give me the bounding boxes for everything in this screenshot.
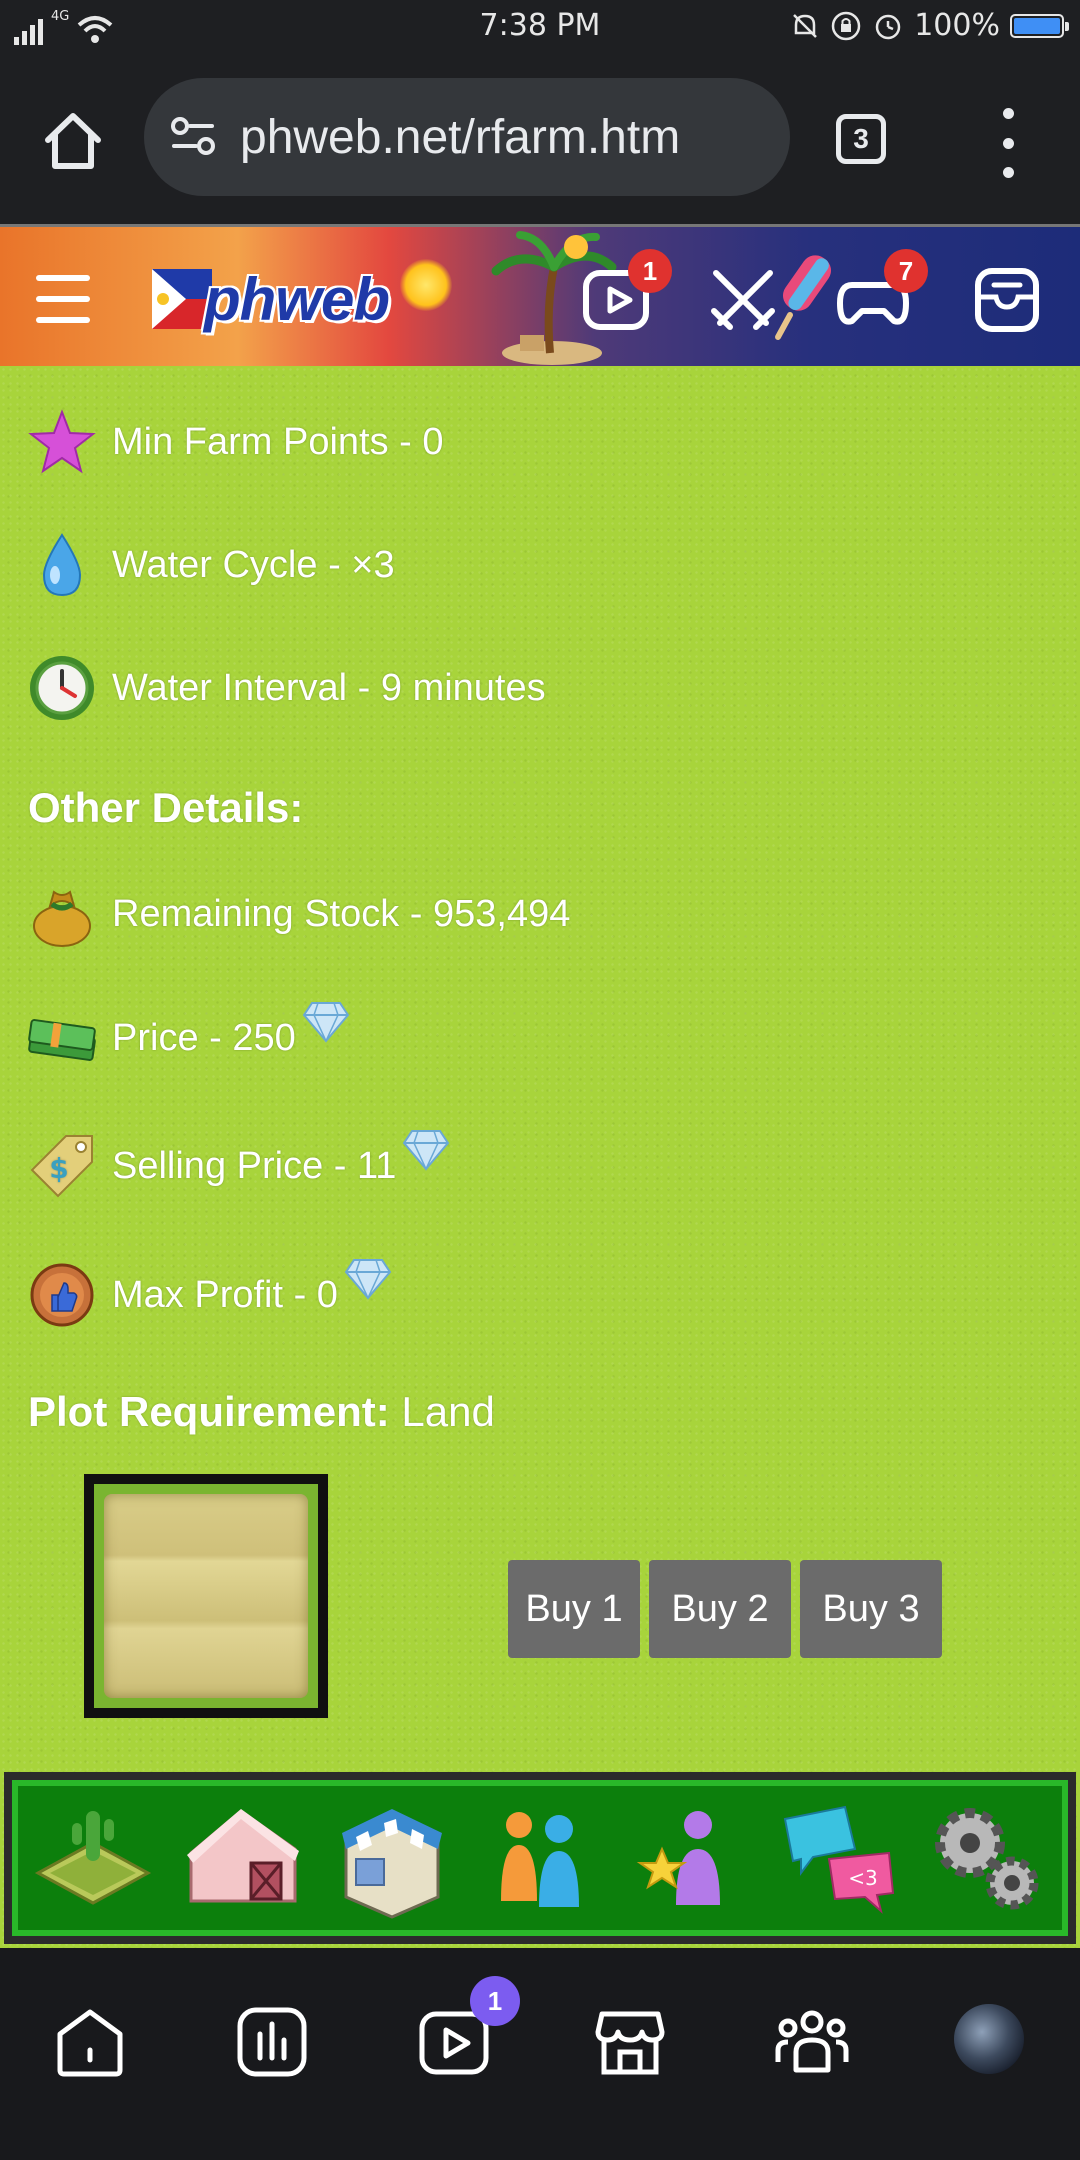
svg-text:<3: <3 [849,1866,878,1890]
store-icon[interactable] [592,2004,668,2080]
price-row: Price - 250 [26,1002,350,1074]
friends-icon [500,1812,579,1907]
buy-3-button[interactable]: Buy 3 [800,1560,942,1658]
lock-rotation-icon [831,11,861,40]
hamburger-menu-icon[interactable] [36,275,90,323]
game-notification-badge: 7 [884,249,928,293]
flag-icon [152,269,212,329]
water-interval-text: Water Interval - 9 minutes [112,666,546,709]
max-profit-row: Max Profit - 0 [26,1259,392,1331]
diamond-icon [403,1130,450,1171]
plot-requirement-value: Land [389,1388,495,1435]
battery-icon [1010,13,1069,38]
nav-shop[interactable] [316,1786,465,1930]
other-details-heading: Other Details: [28,784,304,831]
nav-friends[interactable] [465,1786,614,1930]
inbox-icon[interactable] [970,263,1044,337]
min-farm-points-text: Min Farm Points - 0 [112,420,444,463]
site-settings-icon[interactable] [162,106,224,168]
farm-item-details: Min Farm Points - 0 Water Cycle - ×3 Wat… [0,366,1080,1948]
water-cycle-text: Water Cycle - ×3 [112,543,395,586]
status-right: 100% [790,8,1069,43]
settings-icon [935,1808,1039,1910]
community-icon[interactable] [774,2004,850,2080]
max-profit-text: Max Profit - 0 [112,1273,338,1316]
video-tab[interactable]: 1 [416,1976,520,2080]
address-bar[interactable]: phweb.net/rfarm.htm [144,78,790,196]
cash-stack-icon [28,1019,96,1061]
thumbs-up-coin-icon [30,1263,94,1327]
selling-price-text: Selling Price - 11 [112,1144,397,1187]
battery-percent: 100% [914,8,1000,43]
browser-toolbar: phweb.net/rfarm.htm 3 [0,56,1080,224]
site-logo[interactable]: phweb [152,259,452,335]
svg-text:$: $ [49,1152,68,1185]
diamond-icon [302,1002,349,1043]
price-tag-icon: $ [30,1135,93,1198]
battery-level [1014,17,1060,34]
min-farm-points-row: Min Farm Points - 0 [26,406,444,478]
gamepad-icon[interactable]: 7 [836,249,928,337]
game-nav: <3 [4,1772,1076,1944]
diamond-icon [344,1259,392,1300]
purple-star-icon [28,409,96,474]
ranking-icon [636,1811,721,1905]
plot-requirement-label: Plot Requirement: [28,1388,390,1435]
alarm-icon [875,14,901,39]
nav-settings[interactable] [913,1786,1062,1930]
clock-icon [30,656,94,720]
remaining-stock-text: Remaining Stock - 953,494 [112,892,571,935]
nav-barn[interactable] [167,1786,316,1930]
home-icon[interactable] [38,106,108,176]
sun-icon [400,259,452,311]
screen: 4G 7:38 PM 100% phweb.net/rfarm.htm 3 ph… [0,0,1080,2160]
home-icon[interactable] [52,2004,128,2080]
nav-chat[interactable]: <3 [764,1786,913,1930]
game-nav-bar: <3 [12,1780,1068,1936]
shop-icon [341,1809,442,1919]
water-cycle-row: Water Cycle - ×3 [26,529,395,601]
chat-icon: <3 [784,1805,895,1914]
price-text: Price - 250 [112,1016,296,1059]
buy-1-button[interactable]: Buy 1 [508,1560,640,1658]
avatar[interactable] [954,2004,1024,2074]
stats-icon[interactable] [234,2004,310,2080]
barn-icon [186,1809,299,1903]
nav-farm[interactable] [18,1786,167,1930]
land-plot-image [84,1474,328,1718]
browser-menu-button[interactable] [996,108,1020,178]
buy-2-button[interactable]: Buy 2 [649,1560,791,1658]
selling-price-row: $ Selling Price - 11 [26,1130,450,1202]
bottom-nav: 1 [0,1948,1080,2160]
nav-ranking[interactable] [615,1786,764,1930]
site-header: phweb 1 7 [0,224,1080,366]
battle-swords-icon[interactable] [706,263,780,337]
logo-text: phweb [204,266,390,333]
video-tab-badge: 1 [470,1976,520,2026]
money-bag-icon [33,890,91,947]
plot-requirement: Plot Requirement: Land [28,1388,495,1436]
remaining-stock-row: Remaining Stock - 953,494 [26,878,570,950]
mute-icon [793,13,818,38]
water-drop-icon [42,533,82,597]
tab-switcher-button[interactable]: 3 [836,114,886,164]
water-interval-row: Water Interval - 9 minutes [26,652,546,724]
farm-field-icon [34,1811,151,1905]
status-bar: 4G 7:38 PM 100% [0,0,1080,56]
url-text[interactable]: phweb.net/rfarm.htm [240,110,680,165]
land-soil [104,1494,308,1698]
video-notification-badge: 1 [628,249,672,293]
land-border [94,1484,318,1708]
video-icon[interactable]: 1 [580,249,672,337]
